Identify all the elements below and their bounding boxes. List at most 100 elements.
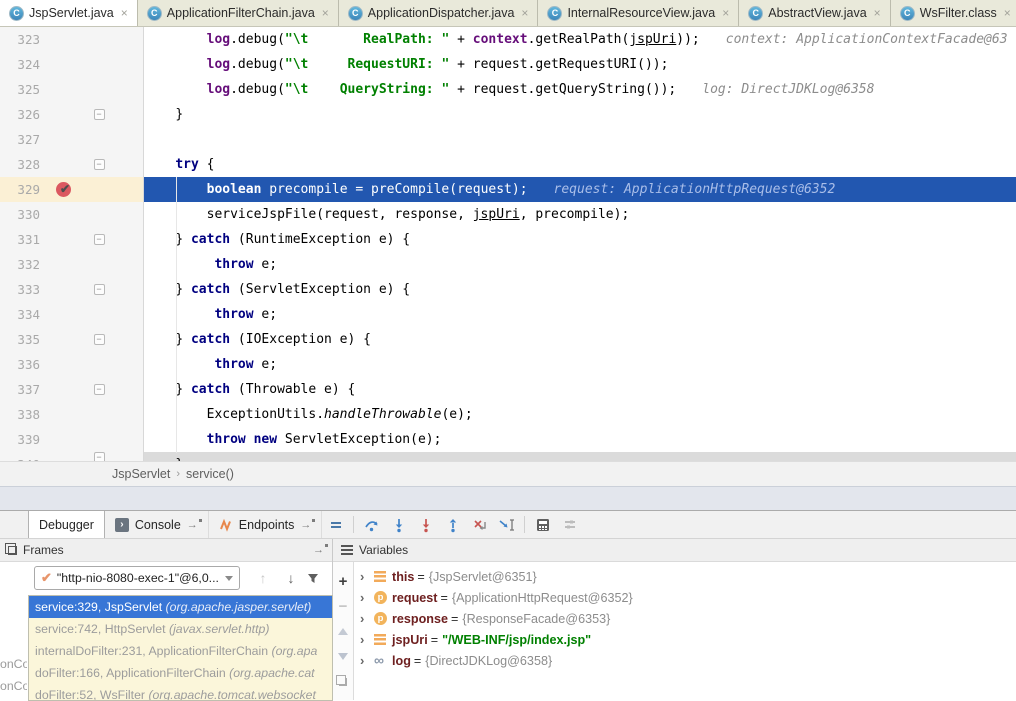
expand-chevron-icon[interactable]: › — [360, 653, 374, 668]
code-line-331: 331− } catch (RuntimeException e) { — [0, 227, 1016, 252]
code-text: throw e; — [144, 302, 1016, 327]
add-watch-icon[interactable]: + — [333, 569, 353, 594]
open-in-new-window-icon[interactable]: → — [300, 519, 311, 531]
chevron-down-icon — [225, 576, 233, 581]
fold-marker-icon[interactable]: − — [94, 234, 105, 245]
editor-tab-internalresourceview-java[interactable]: CInternalResourceView.java× — [538, 0, 739, 26]
gutter-marker-area — [44, 152, 86, 177]
tool-tab-debugger[interactable]: Debugger — [28, 511, 105, 538]
stack-frame-item[interactable]: doFilter:166, ApplicationFilterChain (or… — [29, 662, 332, 684]
code-line-338: 338 ExceptionUtils.handleThrowable(e); — [0, 402, 1016, 427]
line-number: 338 — [0, 402, 44, 427]
gutter-marker-area — [44, 27, 86, 52]
expand-chevron-icon[interactable]: › — [360, 569, 374, 584]
frame-package: (org.apache.cat — [229, 666, 314, 680]
editor-toolwindow-splitter[interactable] — [0, 486, 1016, 510]
previous-frame-icon[interactable]: ↑ — [250, 570, 276, 586]
variable-value: "/WEB-INF/jsp/index.jsp" — [442, 633, 591, 647]
fold-marker-icon[interactable]: − — [94, 109, 105, 120]
expand-chevron-icon[interactable]: › — [360, 590, 374, 605]
line-number: 329 — [0, 177, 44, 202]
line-number: 334 — [0, 302, 44, 327]
force-step-into-icon[interactable] — [412, 511, 439, 538]
variable-name: this — [392, 570, 414, 584]
move-down-icon[interactable] — [333, 644, 353, 669]
variable-row-response[interactable]: ›presponse={ResponseFacade@6353} — [354, 608, 1016, 629]
show-execution-point-icon[interactable] — [322, 511, 349, 538]
duplicate-watch-icon[interactable] — [333, 669, 353, 694]
fold-marker-icon[interactable]: − — [94, 452, 105, 461]
code-line-327: 327 — [0, 127, 1016, 152]
step-out-icon[interactable] — [439, 511, 466, 538]
line-number: 323 — [0, 27, 44, 52]
thread-selector[interactable]: ✔ "http-nio-8080-exec-1"@6,0... — [34, 566, 240, 590]
close-icon[interactable]: × — [322, 6, 329, 20]
fold-marker-icon[interactable]: − — [94, 334, 105, 345]
next-frame-icon[interactable]: ↓ — [278, 570, 304, 586]
fold-marker-icon[interactable]: − — [94, 159, 105, 170]
editor-tab-applicationdispatcher-java[interactable]: CApplicationDispatcher.java× — [339, 0, 539, 26]
frame-location: service:742, HttpServlet — [35, 622, 169, 636]
editor-tab-jspservlet-java[interactable]: CJspServlet.java× — [0, 0, 138, 26]
gutter: 340− — [0, 452, 144, 461]
line-number: 331 — [0, 227, 44, 252]
gutter: 325 — [0, 77, 144, 102]
line-number: 328 — [0, 152, 44, 177]
move-up-icon[interactable] — [333, 619, 353, 644]
code-text: ExceptionUtils.handleThrowable(e); — [144, 402, 1016, 427]
breadcrumb-item[interactable]: JspServlet — [112, 467, 170, 481]
code-line-337: 337− } catch (Throwable e) { — [0, 377, 1016, 402]
variable-row-log[interactable]: ›∞log={DirectJDKLog@6358} — [354, 650, 1016, 671]
editor-tab-applicationfilterchain-java[interactable]: CApplicationFilterChain.java× — [138, 0, 339, 26]
stack-frame-item[interactable]: internalDoFilter:231, ApplicationFilterC… — [29, 640, 332, 662]
expand-chevron-icon[interactable]: › — [360, 632, 374, 647]
step-into-icon[interactable] — [385, 511, 412, 538]
stack-frame-item[interactable]: service:742, HttpServlet (javax.servlet.… — [29, 618, 332, 640]
frame-package: (org.apa — [272, 644, 318, 658]
remove-watch-icon[interactable]: − — [333, 594, 353, 619]
variable-row-jspUri[interactable]: ›jspUri="/WEB-INF/jsp/index.jsp" — [354, 629, 1016, 650]
gutter: 326− — [0, 102, 144, 127]
evaluate-expression-icon[interactable] — [529, 511, 556, 538]
code-editor[interactable]: 323 log.debug("\t RealPath: " + context.… — [0, 27, 1016, 461]
variable-row-this[interactable]: ›this={JspServlet@6351} — [354, 566, 1016, 587]
fold-area — [86, 302, 112, 327]
close-icon[interactable]: × — [521, 6, 528, 20]
step-over-icon[interactable] — [358, 511, 385, 538]
breadcrumb-item[interactable]: service() — [186, 467, 234, 481]
open-in-new-window-icon[interactable]: → — [313, 544, 324, 556]
code-line-334: 334 throw e; — [0, 302, 1016, 327]
stack-frame-item[interactable]: doFilter:52, WsFilter (org.apache.tomcat… — [29, 684, 332, 701]
close-icon[interactable]: × — [1004, 6, 1011, 20]
class-icon: C — [9, 6, 24, 21]
fold-marker-icon[interactable]: − — [94, 284, 105, 295]
line-number: 324 — [0, 52, 44, 77]
editor-tab-abstractview-java[interactable]: CAbstractView.java× — [739, 0, 890, 26]
tool-tab-console[interactable]: ›Console→ — [105, 511, 209, 538]
editor-tab-wsfilter-class[interactable]: CWsFilter.class× — [891, 0, 1016, 26]
tool-tab-endpoints[interactable]: Endpoints→ — [209, 511, 323, 538]
close-icon[interactable]: × — [722, 6, 729, 20]
variables-menu-icon[interactable] — [341, 545, 353, 555]
close-icon[interactable]: × — [874, 6, 881, 20]
drop-frame-icon[interactable] — [466, 511, 493, 538]
layout-settings-icon[interactable] — [556, 511, 583, 538]
open-in-new-window-icon[interactable]: → — [187, 519, 198, 531]
variable-row-request[interactable]: ›prequest={ApplicationHttpRequest@6352} — [354, 587, 1016, 608]
breakpoint-icon[interactable] — [56, 182, 71, 197]
code-line-329: 329 boolean precompile = preCompile(requ… — [0, 177, 1016, 202]
code-text: } catch (IOException e) { — [144, 327, 1016, 352]
tool-tab-label: Console — [135, 518, 181, 532]
run-to-cursor-icon[interactable] — [493, 511, 520, 538]
filter-icon[interactable] — [306, 571, 332, 585]
gutter-marker-area — [44, 202, 86, 227]
editor-tab-label: InternalResourceView.java — [567, 6, 715, 20]
code-text: log.debug("\t RequestURI: " + request.ge… — [144, 52, 1016, 77]
fold-marker-icon[interactable]: − — [94, 384, 105, 395]
gutter-marker-area — [44, 427, 86, 452]
close-icon[interactable]: × — [121, 6, 128, 20]
expand-chevron-icon[interactable]: › — [360, 611, 374, 626]
clipped-frame-text: onCo — [0, 679, 27, 693]
stack-frame-item[interactable]: service:329, JspServlet (org.apache.jasp… — [29, 596, 332, 618]
variables-panel-header: Variables — [333, 539, 1016, 562]
